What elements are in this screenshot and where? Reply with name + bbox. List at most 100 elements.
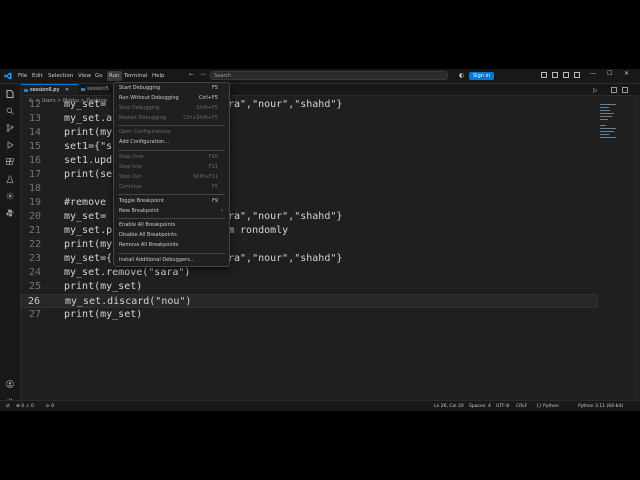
run-menu-item[interactable]: Remove All Breakpoints — [115, 241, 228, 250]
menu-item-shortcut: Shift+F11 — [193, 174, 218, 180]
line-text-tail: ra","nour","shahd"} — [228, 211, 343, 222]
code-line[interactable]: 20 my_set= ra","nour","shahd"} — [21, 210, 598, 224]
line-number: 23 — [28, 253, 41, 264]
menu-selection[interactable]: Selection — [46, 71, 75, 81]
menu-item-label: Remove All Breakpoints — [119, 242, 179, 248]
line-ending[interactable]: CRLF — [516, 403, 527, 410]
run-menu-item: Open Configurations — [115, 128, 228, 137]
line-text: print(se — [64, 169, 113, 180]
maximize-button[interactable]: ☐ — [607, 70, 612, 77]
cursor-position[interactable]: Ln 26, Col 20 — [434, 403, 464, 410]
menu-run[interactable]: Run — [107, 71, 122, 81]
menu-item-shortcut: Ctrl+Shift+F5 — [183, 115, 218, 121]
command-center-search[interactable]: Search — [210, 71, 448, 80]
code-line[interactable]: 15 set1={"s — [21, 140, 598, 154]
code-line[interactable]: 13 my_set.a — [21, 112, 598, 126]
explorer-icon[interactable] — [6, 90, 14, 98]
sign-in-button[interactable]: Sign in — [469, 72, 495, 80]
line-text: print(my — [64, 127, 113, 138]
split-editor-icon[interactable] — [611, 87, 617, 93]
code-line[interactable]: 17 print(se — [21, 168, 598, 182]
run-menu-item[interactable]: Toggle Breakpoint F9 — [115, 197, 228, 206]
run-menu-item: Continue F5 — [115, 183, 228, 192]
line-text: print(my_set) — [64, 309, 143, 320]
code-line[interactable]: 12 my_set= ra","nour","shahd"} — [21, 98, 598, 112]
menu-item-label: Step Into — [119, 164, 142, 170]
menu-separator — [118, 150, 225, 151]
code-line[interactable]: 24 my_set.remove("sara") — [21, 266, 598, 280]
python-interpreter[interactable]: Python 3.11 (64-bit) — [578, 403, 623, 410]
run-menu-item[interactable]: Add Configuration... — [115, 138, 228, 147]
more-actions-icon[interactable] — [622, 87, 628, 93]
line-text: my_set= — [64, 211, 107, 222]
language-mode[interactable]: {} Python — [536, 403, 559, 410]
menu-edit[interactable]: Edit — [30, 71, 45, 81]
run-menu-item[interactable]: Disable All Breakpoints — [115, 231, 228, 240]
status-bar: ⇄ ⊗ 0 ⚠ 0 ⊳ 0 Ln 26, Col 20 Spaces: 4 UT… — [0, 400, 640, 411]
toggle-secondary-sidebar-icon[interactable] — [574, 72, 580, 78]
run-menu-item[interactable]: Enable All Breakpoints — [115, 221, 228, 230]
code-line[interactable]: 16 set1.upd — [21, 154, 598, 168]
menu-item-label: Step Over — [119, 154, 144, 160]
line-number: 20 — [28, 211, 41, 222]
run-menu-item: Stop Debugging Shift+F5 — [115, 104, 228, 113]
code-line[interactable]: 27 print(my_set) — [21, 308, 598, 322]
back-arrow-icon[interactable]: ← — [189, 71, 194, 78]
customize-layout-icon[interactable] — [541, 72, 547, 78]
encoding[interactable]: UTF-8 — [496, 403, 509, 410]
python-file-icon — [81, 88, 85, 91]
menu-item-label: Run Without Debugging — [119, 95, 179, 101]
run-menu-item[interactable]: Install Additional Debuggers... — [115, 256, 228, 265]
minimap[interactable] — [600, 104, 620, 144]
tab-session6[interactable]: session6.py ✕ — [21, 84, 78, 95]
vertical-scrollbar[interactable] — [633, 95, 639, 400]
line-number: 14 — [28, 127, 41, 138]
menu-view[interactable]: View — [76, 71, 93, 81]
run-menu-item[interactable]: New Breakpoint › — [115, 207, 228, 216]
menu-item-label: Step Out — [119, 174, 142, 180]
close-window-button[interactable]: ✕ — [624, 70, 629, 77]
python-file-icon — [24, 89, 28, 92]
menu-item-label: New Breakpoint — [119, 208, 159, 214]
code-line[interactable]: 18 — [21, 182, 598, 196]
menu-go[interactable]: Go — [93, 71, 105, 81]
menu-item-label: Enable All Breakpoints — [119, 222, 176, 228]
title-bar: File Edit Selection View Go Run Terminal… — [0, 69, 640, 84]
run-menu-item[interactable]: Run Without Debugging Ctrl+F5 — [115, 94, 228, 103]
remote-indicator[interactable]: ⇄ — [6, 403, 10, 410]
close-tab-icon[interactable]: ✕ — [65, 85, 69, 96]
menu-separator — [118, 194, 225, 195]
run-menu-item: Step Out Shift+F11 — [115, 173, 228, 182]
vscode-window: File Edit Selection View Go Run Terminal… — [0, 69, 640, 411]
line-text: my_set= — [64, 99, 107, 110]
menu-help[interactable]: Help — [150, 71, 167, 81]
line-text: my_set.discard("nou") — [65, 296, 192, 307]
menu-terminal[interactable]: Terminal — [122, 71, 149, 81]
line-number: 17 — [28, 169, 41, 180]
ports-indicator[interactable]: ⊳ 0 — [46, 403, 54, 410]
menu-item-label: Stop Debugging — [119, 105, 160, 111]
account-icon[interactable] — [6, 380, 14, 388]
line-number: 18 — [28, 183, 41, 194]
code-line[interactable]: 19 #remove — [21, 196, 598, 210]
toggle-panel-icon[interactable] — [563, 72, 569, 78]
toggle-primary-sidebar-icon[interactable] — [552, 72, 558, 78]
line-number: 16 — [28, 155, 41, 166]
indentation[interactable]: Spaces: 4 — [469, 403, 491, 410]
run-menu-item: Step Over F10 — [115, 153, 228, 162]
line-text: set1={"s — [64, 141, 113, 152]
line-number: 21 — [28, 225, 41, 236]
copilot-icon[interactable]: ◐ — [459, 72, 464, 79]
code-line[interactable]: 23 my_set={ra","nour","shahd"} — [21, 252, 598, 266]
code-line[interactable]: 22 print(my — [21, 238, 598, 252]
code-line[interactable]: 25 print(my_set) — [21, 280, 598, 294]
run-python-file-icon[interactable]: ▷ — [593, 87, 598, 94]
code-line[interactable]: 26 my_set.discard("nou") — [21, 294, 598, 308]
minimize-button[interactable]: — — [590, 70, 596, 77]
problems-indicator[interactable]: ⊗ 0 ⚠ 0 — [16, 403, 34, 410]
run-menu-item[interactable]: Start Debugging F5 — [115, 84, 228, 93]
menu-file[interactable]: File — [16, 71, 29, 81]
code-line[interactable]: 21 my_set.p m rondomly — [21, 224, 598, 238]
forward-arrow-icon[interactable]: → — [200, 71, 205, 78]
code-line[interactable]: 14 print(my — [21, 126, 598, 140]
